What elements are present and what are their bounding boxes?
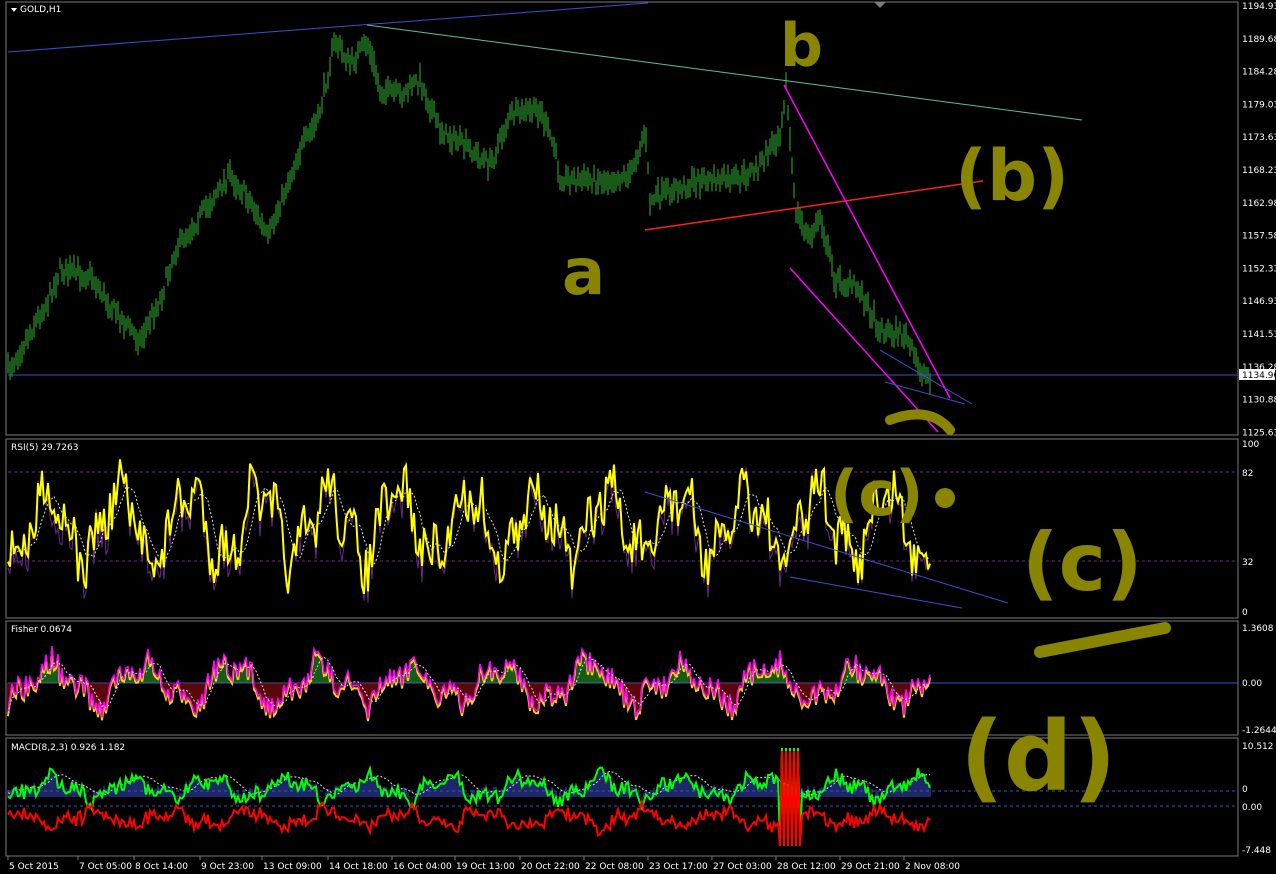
- annotation-wave-b: (b): [955, 135, 1069, 217]
- fisher-header: Fisher 0.0674: [11, 625, 72, 635]
- time-axis-label: 7 Oct 05:00: [79, 862, 132, 872]
- time-axis-label: 23 Oct 17:00: [649, 862, 708, 872]
- time-axis-label: 28 Oct 12:00: [777, 862, 836, 872]
- trading-chart[interactable]: 1194.93 1189.68 1184.28 1179.03 1173.63 1168.…: [0, 0, 1276, 874]
- price-axis-label: 1152.33: [1242, 264, 1276, 274]
- annotation-b-text: b: [780, 11, 823, 81]
- rsi-level-label-82: 82: [1242, 469, 1253, 479]
- trendline-blue-top[interactable]: [7, 2, 649, 53]
- time-axis: 5 Oct 2015 7 Oct 05:00 8 Oct 14:00 9 Oct 23…: [7, 856, 960, 872]
- macd-red-line: [7, 750, 931, 847]
- price-axis-label: 1173.63: [1242, 133, 1276, 143]
- macd-header: MACD(8,2,3) 0.926 1.182: [11, 743, 125, 753]
- symbol-label: GOLD,H1: [20, 5, 61, 15]
- rsi-header: RSI(5) 29.7263: [11, 443, 78, 453]
- dropdown-triangle-icon[interactable]: [11, 8, 17, 12]
- time-axis-label: 29 Oct 21:00: [841, 862, 900, 872]
- price-candles: [7, 32, 931, 395]
- macd-level-label-bottom: -7.448: [1242, 846, 1271, 856]
- annotation-wave-d: (d): [960, 701, 1116, 813]
- macd-level-label-0: 0: [1242, 785, 1248, 795]
- time-axis-label: 16 Oct 04:00: [393, 862, 452, 872]
- price-axis-label: 1130.88: [1242, 396, 1276, 406]
- rsi-level-label-100: 100: [1242, 440, 1259, 450]
- macd-level-label-top: 10.512: [1242, 742, 1274, 752]
- annotation-wave-d-text: (d): [960, 701, 1116, 813]
- time-axis-label: 5 Oct 2015: [9, 862, 59, 872]
- annotation-wave-c-small-text: (c): [830, 457, 923, 530]
- annotation-a: a: [562, 236, 605, 310]
- time-axis-label: 22 Oct 08:00: [585, 862, 644, 872]
- price-axis-label: 1194.93: [1242, 2, 1276, 12]
- annotation-wave-c: (c): [1022, 516, 1171, 658]
- price-axis-label: 1146.93: [1242, 297, 1276, 307]
- price-axis-label: 1179.03: [1242, 100, 1276, 110]
- rsi-level-label-32: 32: [1242, 558, 1253, 568]
- price-axis-label: 1157.58: [1242, 232, 1276, 242]
- rsi-line: [7, 459, 931, 595]
- time-axis-label: 27 Oct 03:00: [713, 862, 772, 872]
- macd-level-label-000: 0.00: [1242, 803, 1262, 813]
- annotation-c-overline: [1034, 622, 1171, 658]
- rsi-trendline-lower[interactable]: [789, 576, 963, 609]
- annotation-c-small-mark: [885, 409, 955, 435]
- time-axis-label: 9 Oct 23:00: [201, 862, 254, 872]
- time-axis-label: 20 Oct 22:00: [521, 862, 580, 872]
- time-axis-label: 13 Oct 09:00: [263, 862, 322, 872]
- current-price-label: 1134.90: [1242, 371, 1276, 381]
- price-axis-label: 1141.53: [1242, 330, 1276, 340]
- time-axis-label: 14 Oct 18:00: [329, 862, 388, 872]
- trendline-blue-wedge[interactable]: [879, 349, 973, 405]
- fisher-level-label-bottom: -1.2644: [1242, 726, 1276, 736]
- time-axis-label: 19 Oct 13:00: [456, 862, 515, 872]
- annotation-wave-c-text: (c): [1022, 516, 1143, 609]
- price-axis-label: 1189.68: [1242, 35, 1276, 45]
- trendline-magenta-upper[interactable]: [783, 84, 951, 399]
- shift-marker-icon[interactable]: [874, 2, 886, 8]
- time-axis-label: 2 Nov 08:00: [905, 862, 960, 872]
- rsi-level-label-0: 0: [1242, 608, 1248, 618]
- time-axis-label: 8 Oct 14:00: [135, 862, 188, 872]
- fisher-level-label-top: 1.3608: [1242, 624, 1274, 634]
- price-axis-label: 1184.28: [1242, 68, 1276, 78]
- fisher-level-label-zero: 0.00: [1242, 679, 1262, 689]
- trendline-teal-resistance[interactable]: [366, 24, 1083, 121]
- price-axis-label: 1125.63: [1242, 428, 1276, 438]
- annotation-dot: [935, 488, 955, 508]
- annotation-b: b: [780, 11, 823, 81]
- annotation-a-text: a: [562, 236, 605, 310]
- main-panel-border: [5, 1, 1239, 436]
- annotation-wave-c-small: (c): [830, 409, 955, 530]
- annotation-wave-b-text: (b): [955, 135, 1069, 217]
- price-axis-label: 1168.23: [1242, 166, 1276, 176]
- price-axis-label: 1162.98: [1242, 199, 1276, 209]
